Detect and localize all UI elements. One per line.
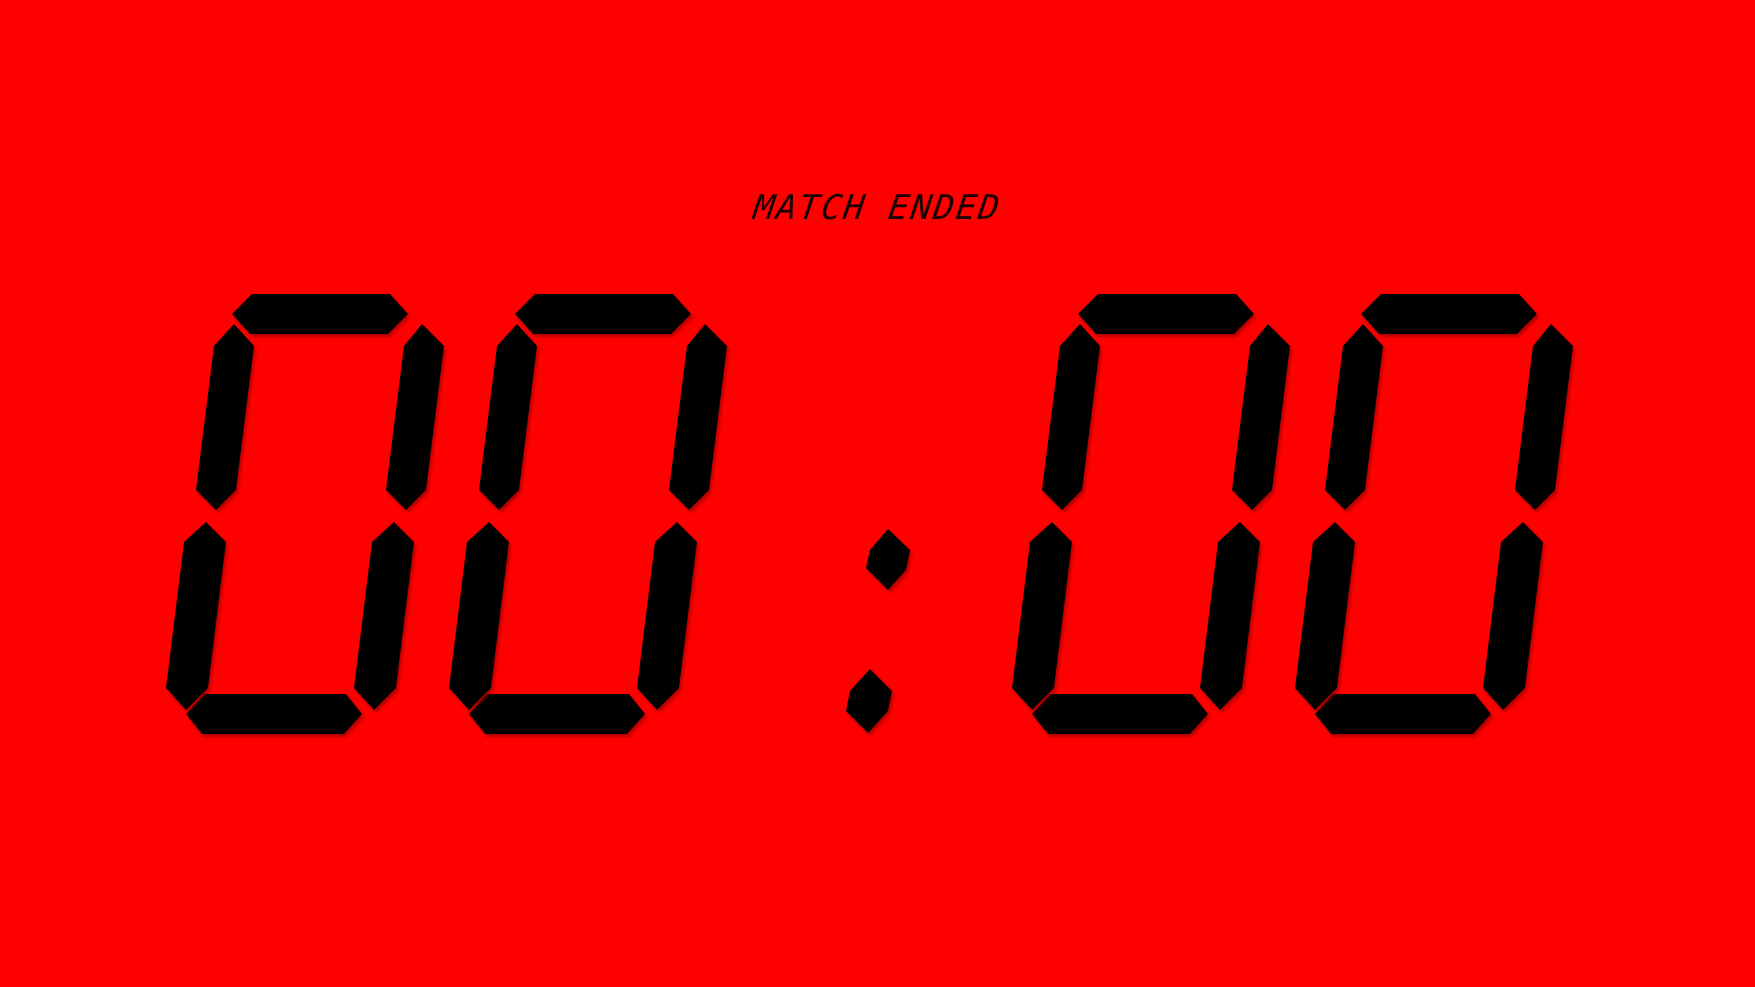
- digit-segment-f: [1042, 324, 1100, 510]
- scoreboard-screen: MATCH ENDED 00:00: [0, 0, 1755, 987]
- digit-segment-d: [1315, 694, 1491, 734]
- digit-segment-b: [386, 324, 444, 510]
- digit-segment-f: [196, 324, 254, 510]
- digit-segment-g: [1068, 498, 1230, 526]
- digit-segment-g: [222, 498, 384, 526]
- digit-segment-b: [1232, 324, 1290, 510]
- digit-segment-d: [469, 694, 645, 734]
- digit-segment-e: [449, 522, 509, 710]
- timer-colon: [846, 529, 910, 733]
- timer-digit: [1012, 294, 1290, 734]
- digit-segment-e: [1012, 522, 1072, 710]
- timer-digit: [449, 294, 727, 734]
- digit-segment-c: [1200, 522, 1260, 710]
- colon-bottom-dot: [846, 669, 892, 733]
- timer-digits: [166, 294, 1573, 734]
- digit-segment-e: [1295, 522, 1355, 710]
- digit-segment-d: [186, 694, 362, 734]
- digit-segment-a: [1361, 294, 1537, 334]
- digit-segment-b: [669, 324, 727, 510]
- digit-segment-g: [505, 498, 667, 526]
- digit-segment-c: [1483, 522, 1543, 710]
- digit-segment-f: [479, 324, 537, 510]
- digit-segment-a: [1078, 294, 1254, 334]
- colon-top-dot: [866, 529, 910, 590]
- digit-segment-a: [232, 294, 408, 334]
- digit-segment-e: [166, 522, 226, 710]
- digit-segment-f: [1325, 324, 1383, 510]
- digit-segment-c: [637, 522, 697, 710]
- timer-digit: [166, 294, 444, 734]
- digit-segment-g: [1351, 498, 1513, 526]
- timer-display: [166, 294, 1573, 734]
- digit-segment-a: [515, 294, 691, 334]
- digit-segment-b: [1515, 324, 1573, 510]
- digit-segment-d: [1032, 694, 1208, 734]
- timer-digit: [1295, 294, 1573, 734]
- digit-segment-c: [354, 522, 414, 710]
